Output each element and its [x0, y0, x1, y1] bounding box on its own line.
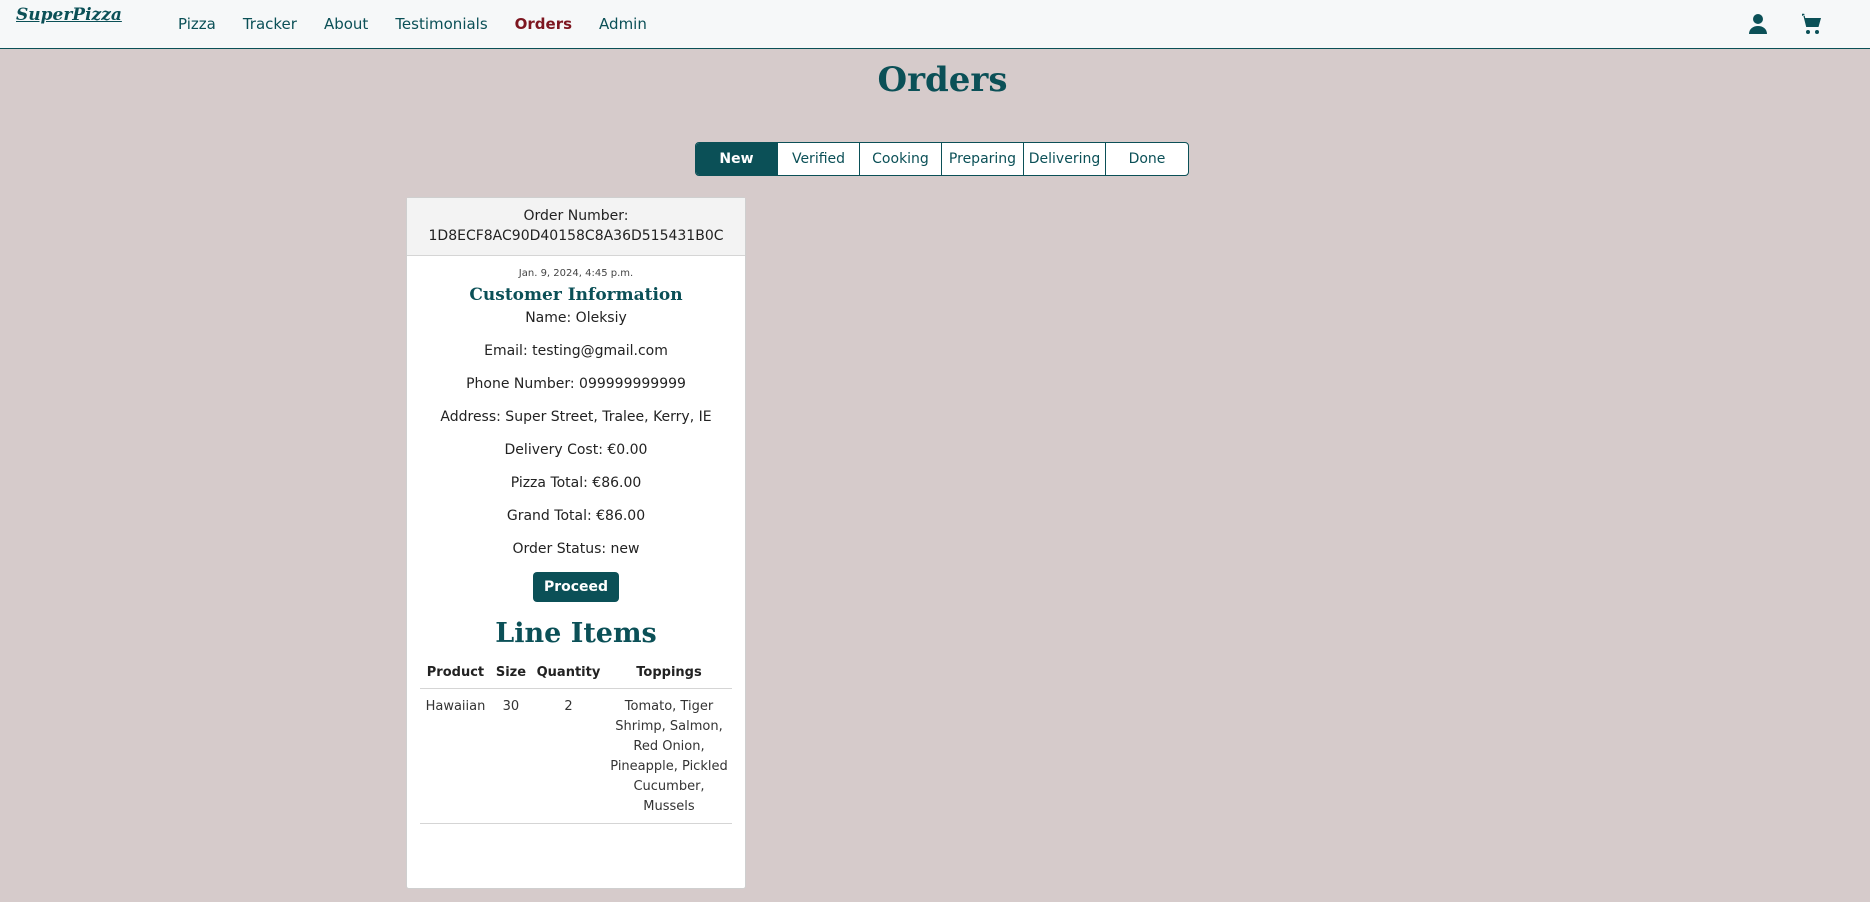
- column-header-toppings: Toppings: [606, 659, 732, 689]
- top-navbar: SuperPizza Pizza Tracker About Testimoni…: [0, 0, 1870, 49]
- column-header-size: Size: [490, 659, 531, 689]
- customer-email: Email: testing@gmail.com: [484, 343, 668, 359]
- proceed-button[interactable]: Proceed: [532, 572, 620, 602]
- tab-new[interactable]: New: [696, 143, 778, 175]
- order-number: 1D8ECF8AC90D40158C8A36D515431B0C: [428, 228, 724, 244]
- customer-name: Name: Oleksiy: [525, 310, 627, 326]
- nav-link-admin[interactable]: Admin: [599, 15, 647, 33]
- order-number-label: Order Number:: [523, 208, 629, 224]
- order-card-header: Order Number: 1D8ECF8AC90D40158C8A36D515…: [407, 198, 745, 256]
- cell-toppings: Tomato, Tiger Shrimp, Salmon, Red Onion,…: [606, 688, 732, 824]
- column-header-quantity: Quantity: [530, 659, 606, 689]
- line-items-table: Product Size Quantity Toppings Hawaiian …: [420, 659, 732, 824]
- nav-link-orders[interactable]: Orders: [515, 15, 572, 33]
- table-row: Hawaiian 30 2 Tomato, Tiger Shrimp, Salm…: [420, 688, 732, 824]
- delivery-cost: Delivery Cost: €0.00: [504, 442, 648, 458]
- order-card-body: Jan. 9, 2024, 4:45 p.m. Customer Informa…: [407, 268, 745, 824]
- tab-done[interactable]: Done: [1106, 143, 1188, 175]
- order-card: Order Number: 1D8ECF8AC90D40158C8A36D515…: [406, 197, 746, 889]
- nav-link-about[interactable]: About: [324, 15, 368, 33]
- customer-address: Address: Super Street, Tralee, Kerry, IE: [440, 409, 712, 425]
- tab-verified[interactable]: Verified: [778, 143, 860, 175]
- cell-quantity: 2: [530, 688, 606, 824]
- grand-total: Grand Total: €86.00: [506, 508, 646, 524]
- tab-cooking[interactable]: Cooking: [860, 143, 942, 175]
- tab-delivering[interactable]: Delivering: [1024, 143, 1106, 175]
- pizza-total: Pizza Total: €86.00: [510, 475, 642, 491]
- user-icon[interactable]: [1746, 12, 1770, 36]
- column-header-product: Product: [420, 659, 491, 689]
- customer-phone: Phone Number: 099999999999: [466, 376, 686, 392]
- order-status: Order Status: new: [512, 541, 640, 557]
- cart-icon[interactable]: [1799, 12, 1823, 36]
- cell-product: Hawaiian: [420, 688, 491, 824]
- line-items-title: Line Items: [495, 618, 657, 649]
- tab-preparing[interactable]: Preparing: [942, 143, 1024, 175]
- customer-info-title: Customer Information: [469, 285, 683, 305]
- nav-link-testimonials[interactable]: Testimonials: [395, 15, 487, 33]
- nav-links: Pizza Tracker About Testimonials Orders …: [178, 15, 647, 33]
- cell-size: 30: [490, 688, 531, 824]
- table-header-row: Product Size Quantity Toppings: [420, 659, 732, 689]
- page-title: Orders: [877, 60, 1008, 100]
- order-date: Jan. 9, 2024, 4:45 p.m.: [518, 268, 634, 279]
- brand-logo[interactable]: SuperPizza: [16, 5, 122, 25]
- order-status-tabs: New Verified Cooking Preparing Deliverin…: [695, 142, 1189, 176]
- nav-link-tracker[interactable]: Tracker: [243, 15, 297, 33]
- nav-link-pizza[interactable]: Pizza: [178, 15, 216, 33]
